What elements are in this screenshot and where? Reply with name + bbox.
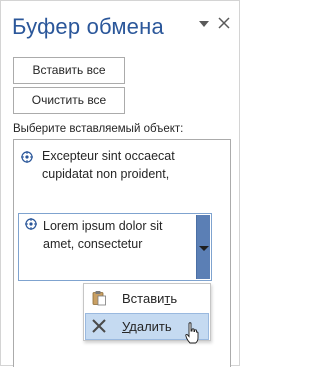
clipboard-item-text: Excepteur sint occaecat cupidatat non pr…	[42, 149, 175, 181]
menu-item-paste-label: Вставить	[122, 291, 178, 306]
paste-all-button[interactable]: Вставить все	[13, 57, 125, 84]
clipboard-item[interactable]: Excepteur sint occaecat cupidatat non pr…	[14, 147, 230, 191]
hand-cursor-icon	[185, 322, 199, 344]
menu-item-delete-label: Удалить	[122, 319, 172, 334]
clipboard-item-icon	[25, 218, 37, 230]
close-icon[interactable]	[217, 16, 231, 30]
clear-all-button[interactable]: Очистить все	[13, 87, 125, 114]
paste-icon	[92, 291, 106, 306]
delete-x-icon	[92, 319, 106, 333]
clipboard-item-text: Lorem ipsum dolor sit amet, consectetur	[43, 219, 163, 251]
pane-options-icon[interactable]	[198, 18, 210, 30]
pane-title: Буфер обмена	[12, 14, 164, 39]
clipboard-item-icon	[21, 151, 33, 163]
item-dropdown-button[interactable]	[196, 215, 210, 279]
clipboard-item-selected[interactable]: Lorem ipsum dolor sit amet, consectetur	[18, 213, 212, 281]
chevron-down-icon	[199, 246, 209, 251]
select-item-prompt: Выберите вставляемый объект:	[13, 123, 184, 135]
menu-item-paste[interactable]: Вставить	[85, 285, 209, 312]
